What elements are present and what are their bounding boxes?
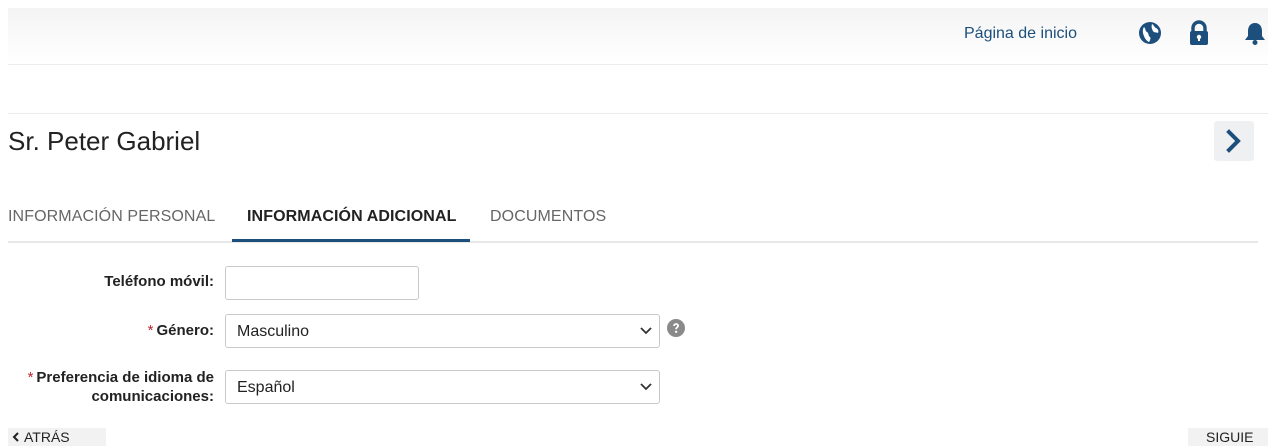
chevron-right-icon (1226, 129, 1241, 153)
chevron-down-icon (640, 327, 652, 335)
language-pref-label: * Preferencia de idioma de comunicaciones… (27, 369, 214, 405)
globe-icon[interactable] (1137, 20, 1163, 46)
chevron-down-icon (640, 383, 652, 391)
required-marker: * (27, 369, 34, 386)
gender-select-value: Masculino (237, 323, 310, 340)
next-button[interactable]: SIGUIE (1188, 428, 1268, 446)
expand-panel-button[interactable] (1214, 121, 1254, 161)
page-title: Sr. Peter Gabriel (8, 126, 201, 156)
tab-informacion-adicional[interactable]: INFORMACIÓN ADICIONAL (247, 208, 457, 226)
mobile-phone-label: Teléfono móvil: (104, 273, 214, 290)
active-tab-indicator (232, 239, 470, 242)
tab-documentos[interactable]: DOCUMENTOS (490, 208, 606, 226)
gender-label: * Género: (147, 322, 214, 339)
back-button[interactable]: ATRÁS (8, 428, 106, 446)
home-link[interactable]: Página de inicio (964, 25, 1077, 43)
tab-informacion-personal[interactable]: INFORMACIÓN PERSONAL (8, 208, 215, 226)
required-marker: * (147, 322, 154, 339)
help-icon[interactable] (667, 319, 685, 337)
back-button-label: ATRÁS (24, 429, 70, 445)
top-bar (8, 8, 1268, 65)
bell-icon[interactable] (1242, 20, 1268, 46)
next-button-label: SIGUIE (1206, 429, 1254, 445)
language-pref-select-value: Español (237, 379, 295, 396)
lock-icon[interactable] (1186, 20, 1212, 46)
gender-select[interactable]: Masculino (225, 314, 660, 348)
chevron-left-icon (12, 432, 19, 442)
tab-bar: INFORMACIÓN PERSONAL INFORMACIÓN ADICION… (8, 206, 1258, 242)
mobile-phone-input[interactable] (225, 266, 419, 300)
header-divider (8, 113, 1268, 114)
language-pref-select[interactable]: Español (225, 370, 660, 404)
